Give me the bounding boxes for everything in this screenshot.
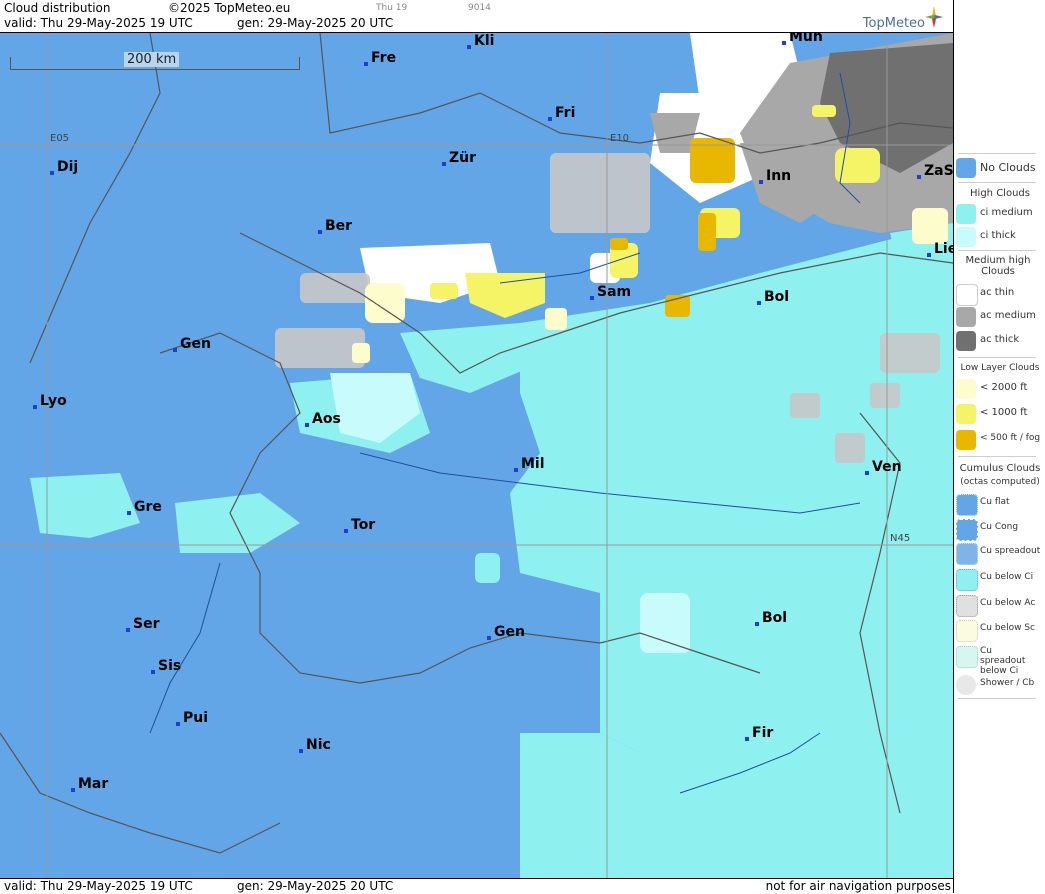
city-fri[interactable]: Fri [548, 105, 575, 121]
footer-valid: valid: Thu 29-May-2025 19 UTC [4, 879, 193, 893]
city-bol-north[interactable]: Bol [757, 289, 789, 305]
legend-panel: No Clouds High Clouds ci medium ci thick… [953, 0, 1045, 893]
legend-cu-spreadout-below-ci: Cu spreadout below Ci [956, 644, 1040, 676]
legend-medium-high-heading: Medium high Clouds [965, 255, 1031, 277]
header-bar: Cloud distribution ©2025 TopMeteo.eu Thu… [0, 0, 953, 33]
legend-cu-below-ac: Cu below Ac [956, 593, 1040, 617]
city-nic[interactable]: Nic [299, 737, 331, 753]
footer-bar: valid: Thu 29-May-2025 19 UTC gen: 29-Ma… [0, 878, 953, 894]
legend-cu-below-ci: Cu below Ci [956, 567, 1040, 591]
legend-shower-cb: Shower / Cb [956, 673, 1040, 695]
legend-cu-below-sc: Cu below Sc [956, 618, 1040, 642]
legend-cumulus-heading: Cumulus Clouds [959, 463, 1041, 474]
legend-separator [958, 357, 1036, 358]
legend-no-clouds: No Clouds [956, 156, 1040, 178]
city-ven[interactable]: Ven [865, 459, 902, 475]
footer-gen: gen: 29-May-2025 20 UTC [237, 879, 394, 893]
grid-label-n45: N45 [890, 533, 911, 544]
compass-icon [925, 6, 943, 28]
city-lyo[interactable]: Lyo [33, 393, 67, 409]
swatch-ci-thick [956, 227, 976, 247]
city-gen-north[interactable]: Gen [173, 336, 211, 352]
swatch-ci-medium [956, 204, 976, 224]
legend-low-500: < 500 ft / fog [956, 428, 1040, 450]
city-pui[interactable]: Pui [176, 710, 208, 726]
city-kli[interactable]: Kli [467, 33, 494, 49]
gen-time: gen: 29-May-2025 20 UTC [237, 16, 394, 30]
brand-name: TopMeteo [862, 16, 925, 31]
swatch-cu-cong [956, 519, 978, 541]
legend-separator [958, 250, 1036, 251]
legend-octas-note: (octas computed) [960, 477, 1040, 487]
legend-low-1000: < 1000 ft [956, 402, 1040, 424]
topmeteo-logo: TopMeteo [848, 6, 943, 31]
city-dij[interactable]: Dij [50, 159, 78, 175]
legend-separator [958, 182, 1036, 183]
swatch-low-2000 [956, 379, 976, 399]
valid-time: valid: Thu 29-May-2025 19 UTC [4, 16, 193, 30]
city-ser[interactable]: Ser [126, 616, 159, 632]
swatch-cu-flat [956, 494, 978, 516]
legend-cu-flat: Cu flat [956, 492, 1040, 516]
day-tag: Thu 19 [376, 3, 408, 13]
map-title: Cloud distribution [4, 1, 111, 15]
swatch-shower-cb [956, 675, 976, 695]
city-bol-south[interactable]: Bol [755, 610, 787, 626]
grid-label-e05: E05 [50, 133, 70, 144]
legend-ac-medium: ac medium [956, 305, 1040, 327]
grid-label-e10: E10 [610, 133, 630, 144]
city-gen-south[interactable]: Gen [487, 624, 525, 640]
city-mun[interactable]: Mün [782, 33, 823, 45]
city-sis[interactable]: Sis [151, 658, 181, 674]
city-lie[interactable]: Lie [927, 241, 953, 257]
cloud-layer [0, 33, 953, 878]
swatch-cu-below-ac [956, 595, 978, 617]
legend-cu-cong: Cu Cong [956, 517, 1040, 541]
legend-ac-thin: ac thin [956, 282, 1040, 306]
code-tag: 9014 [468, 3, 491, 13]
swatch-ac-thin [956, 284, 978, 306]
legend-low-layer-heading: Low Layer Clouds [960, 363, 1040, 373]
city-zas[interactable]: ZaS [917, 163, 953, 179]
swatch-low-1000 [956, 404, 976, 424]
legend-separator [958, 698, 1036, 699]
swatch-cu-below-sc [956, 620, 978, 642]
swatch-ac-medium [956, 307, 976, 327]
cloud-map[interactable]: 200 km E05 E10 N45 Kli Mün Fre Fri Dij Z… [0, 33, 953, 878]
swatch-low-500 [956, 430, 976, 450]
scale-label: 200 km [124, 52, 180, 67]
city-aos[interactable]: Aos [305, 411, 341, 427]
legend-high-clouds-heading: High Clouds [970, 188, 1030, 199]
legend-separator [958, 456, 1036, 457]
city-mil[interactable]: Mil [514, 456, 545, 472]
legend-separator [958, 153, 1036, 154]
swatch-cu-spreadout-below-ci [956, 646, 978, 668]
swatch-cu-spreadout [956, 543, 978, 565]
legend-ci-thick: ci thick [956, 225, 1040, 247]
city-mar[interactable]: Mar [71, 776, 108, 792]
swatch-ac-thick [956, 331, 976, 351]
city-fir[interactable]: Fir [745, 725, 773, 741]
city-sam[interactable]: Sam [590, 284, 631, 300]
legend-ci-medium: ci medium [956, 202, 1040, 224]
footer-disclaimer: not for air navigation purposes [765, 879, 951, 893]
legend-cu-spreadout: Cu spreadout [956, 541, 1040, 565]
city-ber[interactable]: Ber [318, 218, 352, 234]
swatch-cu-below-ci [956, 569, 978, 591]
city-tor[interactable]: Tor [344, 517, 375, 533]
city-inn[interactable]: Inn [759, 168, 791, 184]
city-gre[interactable]: Gre [127, 499, 162, 515]
city-zur[interactable]: Zür [442, 150, 476, 166]
city-fre[interactable]: Fre [364, 50, 396, 66]
swatch-no-clouds [956, 158, 976, 178]
legend-low-2000: < 2000 ft [956, 377, 1040, 399]
legend-ac-thick: ac thick [956, 329, 1040, 351]
copyright: ©2025 TopMeteo.eu [168, 1, 291, 15]
